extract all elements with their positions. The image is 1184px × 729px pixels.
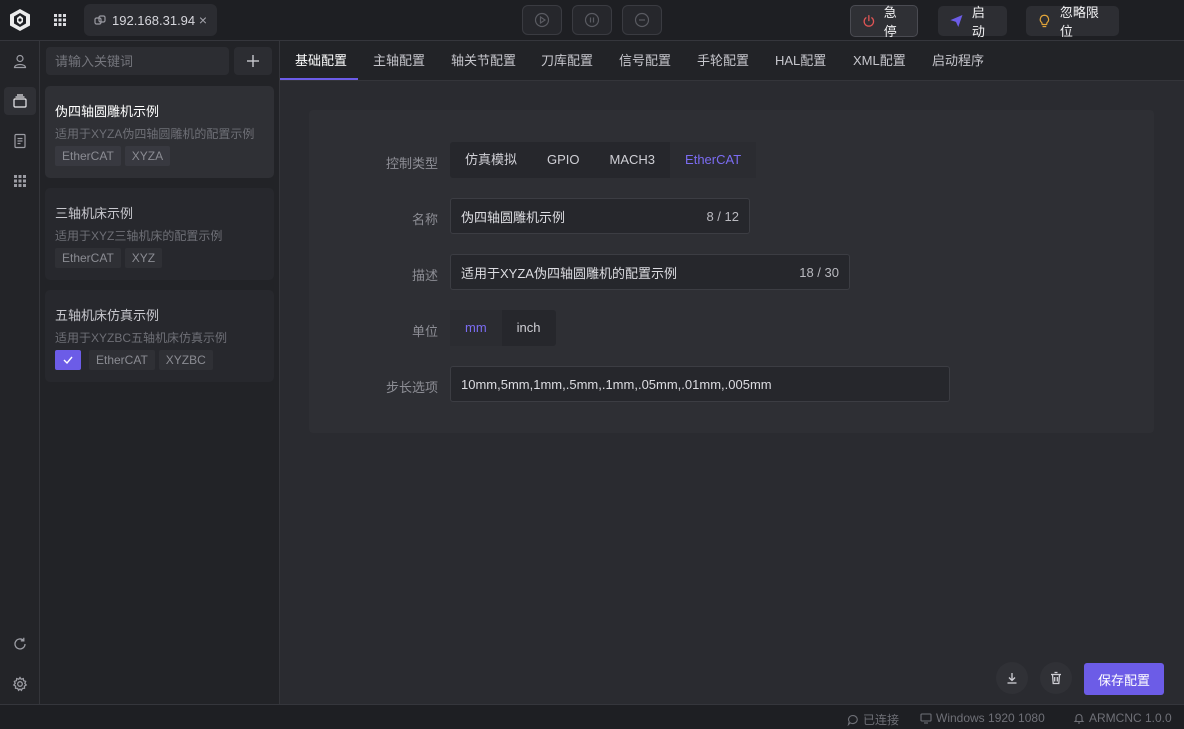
bell-icon [1073,714,1085,724]
desc-char-count: 18 / 30 [799,264,839,280]
monitor-icon [920,713,932,724]
tab-toolchanger[interactable]: 刀库配置 [541,41,593,81]
apps-grid-icon[interactable] [50,10,70,30]
config-card[interactable]: 五轴机床仿真示例 适用于XYZBC五轴机床仿真示例 EtherCAT XYZBC [45,290,274,382]
desc-value: 适用于XYZA伪四轴圆雕机的配置示例 [461,265,677,281]
estop-button[interactable]: 急停 [850,5,918,39]
control-type-label: 控制类型 [385,156,438,171]
document-icon[interactable] [10,131,30,151]
grid-icon[interactable] [10,171,30,191]
config-tag: XYZA [124,146,171,166]
config-desc: 适用于XYZ三轴机床的配置示例 [55,229,223,243]
status-bar: 已连接 Windows 1920 1080 ARMCNC 1.0.0 [0,704,1184,729]
stop-button[interactable] [622,5,662,35]
tab-handwheel[interactable]: 手轮配置 [697,41,749,81]
start-label: 启动 [971,5,985,39]
version-text: ARMCNC 1.0.0 [1089,711,1172,725]
config-tabs: 基础配置 主轴配置 轴关节配置 刀库配置 信号配置 手轮配置 HAL配置 XML… [280,41,1184,81]
config-title: 三轴机床示例 [55,206,134,221]
send-icon [950,14,963,28]
lightbulb-icon [1039,14,1050,28]
ignore-limit-label: 忽略限位 [1059,5,1099,39]
run-button[interactable] [522,5,562,35]
config-stack-icon[interactable] [10,91,30,111]
config-desc: 适用于XYZBC五轴机床仿真示例 [55,331,228,345]
estop-label: 急停 [883,5,897,39]
control-type-selector: 仿真模拟 GPIO MACH3 EtherCAT [450,142,757,178]
unit-option[interactable]: inch [502,310,556,346]
control-type-option[interactable]: MACH3 [595,142,671,178]
unit-selector: mm inch [450,310,556,346]
name-char-count: 8 / 12 [706,208,739,224]
connection-ip: 192.168.31.94 [112,12,196,28]
download-icon [1007,673,1017,684]
tab-basic[interactable]: 基础配置 [295,41,347,81]
system-info-text: Windows 1920 1080 [936,711,1045,725]
user-icon[interactable] [10,51,30,71]
config-desc: 适用于XYZA伪四轴圆雕机的配置示例 [55,127,255,141]
search-input[interactable] [46,47,229,75]
control-type-option[interactable]: 仿真模拟 [450,142,532,178]
config-card[interactable]: 三轴机床示例 适用于XYZ三轴机床的配置示例 EtherCAT XYZ [45,188,274,280]
connection-status: 已连接 [847,711,899,728]
refresh-icon[interactable] [10,634,30,654]
connection-status-text: 已连接 [863,713,900,727]
selected-check-icon[interactable] [55,350,81,370]
tab-spindle[interactable]: 主轴配置 [373,41,425,81]
config-tag: EtherCAT [89,350,155,370]
top-bar: 192.168.31.94 × 急停 启动 忽略限位 [0,0,1184,41]
name-label: 名称 [411,212,438,227]
plus-icon [247,55,259,67]
trash-icon [1051,671,1061,685]
app-logo-icon [8,8,32,32]
power-icon [863,15,875,27]
tab-joints[interactable]: 轴关节配置 [451,41,516,81]
add-config-button[interactable] [234,47,272,75]
config-title: 五轴机床仿真示例 [55,308,160,323]
connection-tab[interactable]: 192.168.31.94 × [84,4,217,36]
tab-signals[interactable]: 信号配置 [619,41,671,81]
unit-option-selected[interactable]: mm [450,310,502,346]
unit-label: 单位 [411,324,438,339]
name-value: 伪四轴圆雕机示例 [461,209,566,225]
config-tag: XYZBC [158,350,213,370]
control-type-option[interactable]: GPIO [532,142,595,178]
version-info: ARMCNC 1.0.0 [1073,711,1172,725]
close-tab-icon[interactable]: × [199,12,207,28]
config-tag: XYZ [124,248,163,268]
step-options-field[interactable]: 10mm,5mm,1mm,.5mm,.1mm,.05mm,.01mm,.005m… [450,366,950,402]
pause-button[interactable] [572,5,612,35]
ignore-limit-button[interactable]: 忽略限位 [1026,5,1119,39]
settings-gear-icon[interactable] [10,674,30,694]
config-tag: EtherCAT [55,248,121,268]
desc-field[interactable]: 适用于XYZA伪四轴圆雕机的配置示例 18 / 30 [450,254,850,290]
config-list-panel: 伪四轴圆雕机示例 适用于XYZA伪四轴圆雕机的配置示例 EtherCAT XYZ… [40,41,280,704]
tab-hal[interactable]: HAL配置 [775,41,826,81]
link-icon [94,14,106,26]
pause-icon [584,12,600,28]
config-title: 伪四轴圆雕机示例 [55,104,160,119]
stop-icon [634,12,650,28]
delete-button[interactable] [1040,662,1072,694]
name-field[interactable]: 伪四轴圆雕机示例 8 / 12 [450,198,750,234]
basic-config-form: 控制类型 仿真模拟 GPIO MACH3 EtherCAT 名称 伪四轴圆雕机示… [309,110,1154,433]
system-info: Windows 1920 1080 [920,711,1045,725]
config-card[interactable]: 伪四轴圆雕机示例 适用于XYZA伪四轴圆雕机的配置示例 EtherCAT XYZ… [45,86,274,178]
control-type-option-selected[interactable]: EtherCAT [670,142,757,178]
tab-xml[interactable]: XML配置 [853,41,906,81]
left-icon-rail [0,41,40,704]
start-button[interactable]: 启动 [938,5,1007,39]
desc-label: 描述 [411,268,438,283]
tab-startup[interactable]: 启动程序 [932,41,984,81]
config-tag: EtherCAT [55,146,121,166]
save-config-button[interactable]: 保存配置 [1084,663,1164,695]
play-icon [534,12,550,28]
download-button[interactable] [996,662,1028,694]
chat-bubble-icon [847,714,858,726]
step-options-value: 10mm,5mm,1mm,.5mm,.1mm,.05mm,.01mm,.005m… [461,376,772,392]
step-label: 步长选项 [385,380,438,395]
